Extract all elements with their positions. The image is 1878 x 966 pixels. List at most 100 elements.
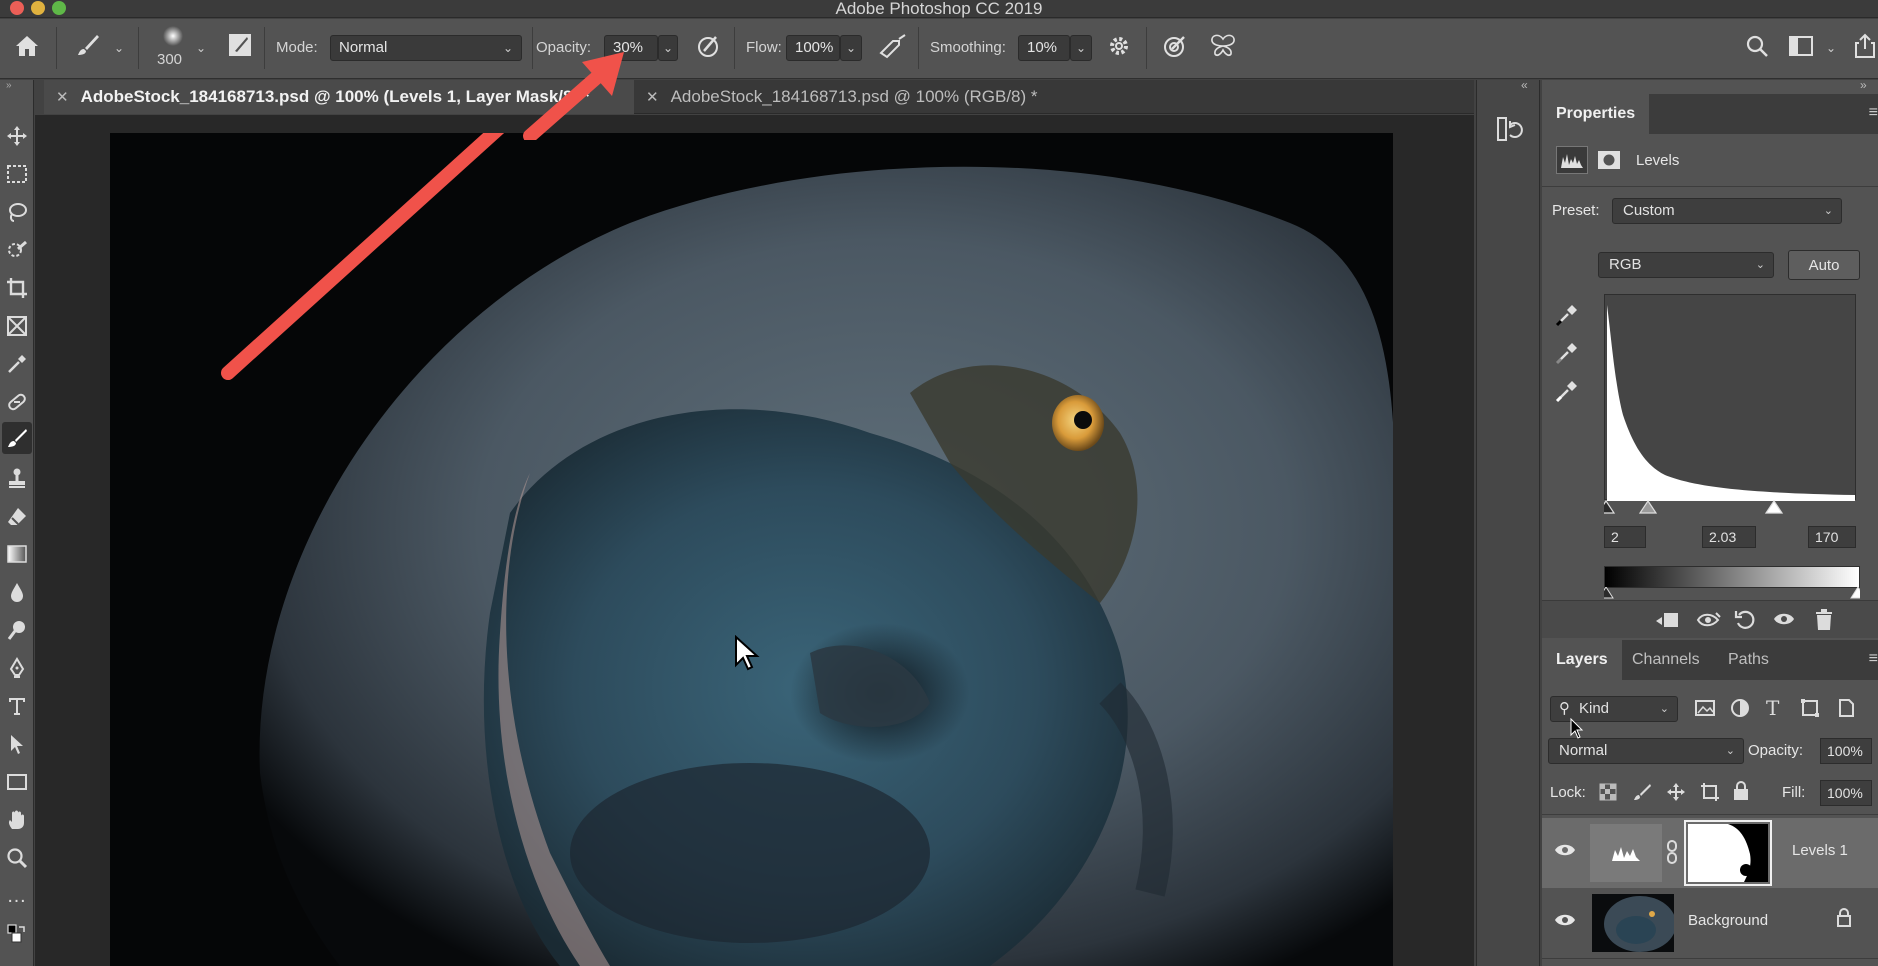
delete-adjustment-icon[interactable] [1814, 609, 1834, 634]
filter-adjustment-icon[interactable] [1730, 698, 1750, 721]
chevron-down-icon[interactable]: ⌄ [114, 41, 124, 55]
view-previous-state-icon[interactable] [1696, 609, 1722, 634]
path-selection-tool-icon[interactable] [2, 728, 32, 760]
eyedropper-tool-icon[interactable] [2, 348, 32, 380]
toggle-visibility-icon[interactable] [1772, 609, 1796, 632]
workspace-icon[interactable] [1786, 31, 1816, 61]
layer-mask-icon[interactable] [1596, 148, 1622, 172]
eye-icon[interactable] [1554, 912, 1576, 931]
filter-type-icon[interactable]: T [1766, 696, 1779, 720]
mode-select[interactable]: Normal ⌄ [330, 35, 522, 61]
smoothing-input[interactable]: 10% [1018, 35, 1070, 61]
chevron-down-icon[interactable]: ⌄ [1826, 41, 1836, 55]
tab-label: AdobeStock_184168713.psd @ 100% (RGB/8) … [670, 87, 1038, 106]
smoothing-dropdown[interactable]: ⌄ [1070, 35, 1092, 61]
close-tab-icon[interactable]: ✕ [56, 88, 69, 106]
white-point-eyedropper-icon[interactable] [1554, 378, 1580, 407]
brush-size-value: 300 [157, 51, 183, 68]
lock-artboard-icon[interactable] [1700, 782, 1720, 805]
flow-dropdown[interactable]: ⌄ [840, 35, 862, 61]
lasso-tool-icon[interactable] [2, 196, 32, 228]
lock-transparent-pixels-icon[interactable] [1598, 782, 1618, 805]
input-white-field[interactable]: 170 [1808, 526, 1856, 548]
type-tool-icon[interactable] [2, 690, 32, 722]
blend-mode-select[interactable]: Normal ⌄ [1548, 738, 1744, 764]
document-canvas[interactable] [110, 133, 1393, 966]
gradient-tool-icon[interactable] [2, 538, 32, 570]
brush-tool-icon[interactable] [2, 422, 32, 454]
layer-row-levels[interactable]: Levels 1 [1542, 818, 1878, 888]
share-icon[interactable] [1852, 31, 1878, 61]
input-black-field[interactable]: 2 [1604, 526, 1646, 548]
pen-tool-icon[interactable] [2, 652, 32, 684]
link-icon[interactable] [1666, 840, 1678, 867]
clip-to-layer-icon[interactable] [1654, 609, 1680, 634]
pressure-size-icon[interactable] [1160, 31, 1190, 61]
brush-tool-preset-icon[interactable] [74, 31, 102, 59]
marquee-tool-icon[interactable] [2, 158, 32, 190]
airbrush-icon[interactable] [876, 31, 908, 61]
move-tool-icon[interactable] [2, 120, 32, 152]
collapse-dock-icon[interactable]: « [1521, 78, 1528, 92]
search-icon[interactable] [1742, 31, 1772, 61]
swap-colors-icon[interactable] [2, 918, 32, 950]
tab-document-rgb[interactable]: ✕ AdobeStock_184168713.psd @ 100% (RGB/8… [634, 80, 1134, 114]
filter-shape-icon[interactable] [1800, 698, 1820, 721]
healing-brush-tool-icon[interactable] [2, 386, 32, 418]
clone-stamp-tool-icon[interactable] [2, 462, 32, 494]
frame-tool-icon[interactable] [2, 310, 32, 342]
mouse-cursor-icon [735, 635, 760, 671]
quick-selection-tool-icon[interactable] [2, 234, 32, 266]
close-tab-icon[interactable]: ✕ [646, 88, 659, 106]
pressure-opacity-icon[interactable] [694, 31, 724, 61]
zoom-tool-icon[interactable] [2, 842, 32, 874]
input-levels-slider[interactable] [1596, 499, 1856, 514]
panel-menu-icon[interactable]: ≡ [1869, 650, 1878, 668]
chevron-down-icon: ⌄ [846, 41, 857, 55]
annotation-arrow-head [523, 52, 624, 140]
chevron-down-icon[interactable]: ⌄ [196, 41, 206, 55]
tab-paths[interactable]: Paths [1714, 640, 1783, 680]
tab-layers[interactable]: Layers [1542, 640, 1622, 680]
auto-button[interactable]: Auto [1788, 250, 1860, 280]
preset-select[interactable]: Custom ⌄ [1612, 198, 1842, 224]
history-panel-icon[interactable] [1493, 114, 1525, 144]
symmetry-butterfly-icon[interactable] [1208, 31, 1238, 61]
eye-icon[interactable] [1554, 842, 1576, 861]
blur-tool-icon[interactable] [2, 576, 32, 608]
home-icon[interactable] [12, 31, 42, 61]
lock-position-icon[interactable] [1666, 782, 1686, 805]
brush-settings-panel-icon[interactable] [226, 31, 254, 59]
brush-tip-icon[interactable] [160, 25, 186, 47]
eraser-tool-icon[interactable] [2, 500, 32, 532]
hand-tool-icon[interactable] [2, 804, 32, 836]
opacity-dropdown[interactable]: ⌄ [658, 35, 678, 61]
layer-opacity-label: Opacity: [1748, 742, 1804, 759]
tab-properties[interactable]: Properties [1542, 94, 1650, 134]
filter-pixel-icon[interactable] [1694, 698, 1716, 721]
tab-channels[interactable]: Channels [1618, 640, 1714, 680]
flow-input[interactable]: 100% [786, 35, 840, 61]
edit-toolbar-icon[interactable]: … [2, 880, 32, 912]
dodge-tool-icon[interactable] [2, 614, 32, 646]
lock-all-icon[interactable] [1732, 780, 1750, 805]
layer-row-background[interactable]: Background [1542, 888, 1878, 958]
gray-point-eyedropper-icon[interactable] [1554, 340, 1580, 369]
filter-smart-object-icon[interactable] [1836, 698, 1856, 721]
black-point-eyedropper-icon[interactable] [1554, 302, 1580, 331]
fill-input[interactable]: 100% [1820, 780, 1872, 806]
output-levels-slider[interactable] [1598, 586, 1866, 599]
channel-select[interactable]: RGB ⌄ [1598, 252, 1774, 278]
reset-adjustment-icon[interactable] [1734, 609, 1756, 634]
crop-tool-icon[interactable] [2, 272, 32, 304]
collapse-toolbar-icon[interactable]: » [6, 80, 12, 91]
gear-icon[interactable] [1104, 31, 1134, 61]
lock-image-pixels-icon[interactable] [1632, 782, 1652, 805]
collapse-panels-icon[interactable]: » [1860, 78, 1867, 92]
panel-menu-icon[interactable]: ≡ [1869, 104, 1878, 122]
rectangle-tool-icon[interactable] [2, 766, 32, 798]
layer-opacity-input[interactable]: 100% [1820, 738, 1872, 764]
levels-adjustment-icon[interactable] [1556, 146, 1588, 174]
input-gamma-field[interactable]: 2.03 [1702, 526, 1756, 548]
layer-mask-thumbnail[interactable] [1684, 820, 1772, 886]
